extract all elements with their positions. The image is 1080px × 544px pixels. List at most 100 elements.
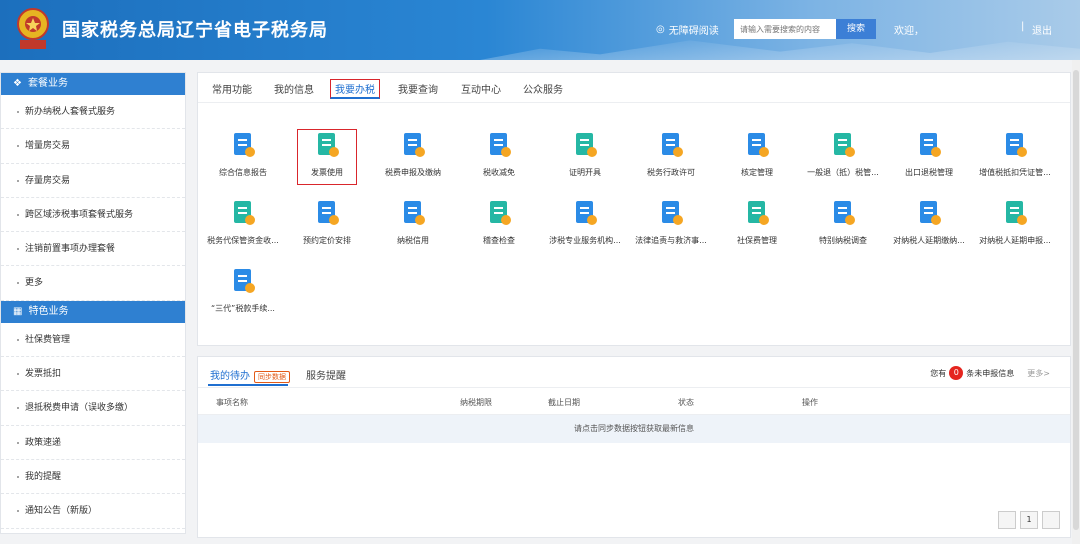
column-header: 操作 (802, 398, 818, 407)
logout-link[interactable]: 退出 (1032, 22, 1052, 37)
function-item[interactable]: 核定管理 (714, 131, 800, 178)
function-label: 社保费管理 (737, 236, 777, 245)
sidebar-item[interactable]: 发票抵扣 (1, 357, 185, 392)
function-label: 税务行政许可 (647, 168, 695, 177)
function-label: 法律追责与救济事... (635, 236, 707, 245)
scrollbar-thumb[interactable] (1073, 70, 1079, 530)
document-icon (1001, 199, 1029, 227)
document-icon (657, 199, 685, 227)
function-item[interactable]: 对纳税人延期申报... (972, 199, 1058, 246)
document-icon (657, 131, 685, 159)
header-separator: | (1021, 21, 1025, 32)
function-label: 税收减免 (483, 168, 515, 177)
function-item[interactable]: 稽查检查 (456, 199, 542, 246)
tab-service-reminder[interactable]: 服务提醒 (306, 367, 346, 382)
empty-message: 请点击同步数据按钮获取最新信息 (198, 415, 1070, 443)
function-item[interactable]: 预约定价安排 (284, 199, 370, 246)
function-item[interactable]: 税收减免 (456, 131, 542, 178)
column-header: 状态 (678, 398, 694, 407)
function-label: 一般退（抵）税管... (807, 168, 879, 177)
search-button[interactable]: 搜索 (836, 19, 876, 39)
sidebar-item[interactable]: 政策速递 (1, 426, 185, 460)
document-icon (399, 131, 427, 159)
sidebar-item[interactable]: 新办纳税人套餐式服务 (1, 95, 185, 130)
function-label: 稽查检查 (483, 236, 515, 245)
function-item[interactable]: 增值税抵扣凭证管... (972, 131, 1058, 178)
function-item[interactable]: 涉税专业服务机构... (542, 199, 628, 246)
function-item[interactable]: 发票使用 (284, 131, 370, 178)
more-link[interactable]: 更多> (1027, 368, 1050, 379)
sidebar-item[interactable]: 注销前置事项办理套餐 (1, 232, 185, 267)
function-label: 税务代保管资金收... (207, 236, 279, 245)
document-icon (571, 131, 599, 159)
next-page-button[interactable] (1042, 511, 1060, 529)
tab-tax-handling[interactable]: 我要办税 (330, 79, 380, 99)
tab-common[interactable]: 常用功能 (212, 81, 252, 96)
document-icon (915, 131, 943, 159)
site-title: 国家税务总局辽宁省电子税务局 (62, 20, 328, 41)
grid-icon: ▦ (13, 305, 23, 317)
document-icon (485, 199, 513, 227)
search-input[interactable] (734, 19, 836, 39)
sidebar-item-more[interactable]: 更多 (1, 266, 185, 301)
function-item[interactable]: 法律追责与救济事... (628, 199, 714, 246)
column-header: 截止日期 (548, 398, 580, 407)
document-icon (229, 131, 257, 159)
page-scrollbar[interactable] (1072, 60, 1080, 544)
package-icon: ❖ (13, 78, 22, 89)
sidebar-section-package[interactable]: ❖ 套餐业务 (1, 73, 185, 95)
todo-panel: 我的待办 同步数据 服务提醒 您有 0 条未申报信息 更多> 事项名称 纳税期限 … (197, 356, 1071, 538)
sidebar-section-featured[interactable]: ▦ 特色业务 (1, 300, 185, 323)
document-icon (485, 131, 513, 159)
prev-page-button[interactable] (998, 511, 1016, 529)
top-header: 国家税务总局辽宁省电子税务局 ◎ 无障碍阅读 搜索 欢迎， | 退出 (0, 0, 1080, 60)
tab-query[interactable]: 我要查询 (398, 81, 438, 96)
tab-my-info[interactable]: 我的信息 (274, 81, 314, 96)
function-item[interactable]: “三代”税款手续... (200, 267, 286, 314)
tab-interaction[interactable]: 互动中心 (461, 81, 501, 96)
accessible-reading-link[interactable]: ◎ 无障碍阅读 (656, 22, 719, 37)
function-label: 出口退税管理 (905, 168, 953, 177)
table-header: 事项名称 纳税期限 截止日期 状态 操作 (198, 387, 1070, 415)
document-icon (229, 199, 257, 227)
document-icon (915, 199, 943, 227)
function-item[interactable]: 证明开具 (542, 131, 628, 178)
unfiled-notice: 您有 0 条未申报信息 更多> (930, 366, 1050, 380)
function-item[interactable]: 综合信息报告 (200, 131, 286, 178)
function-item[interactable]: 对纳税人延期缴纳... (886, 199, 972, 246)
sidebar-item[interactable]: 跨区域涉税事项套餐式服务 (1, 198, 185, 233)
function-item[interactable]: 纳税信用 (370, 199, 456, 246)
sidebar-section-title: 特色业务 (28, 305, 69, 317)
function-label: 涉税专业服务机构... (549, 236, 621, 245)
document-icon (313, 131, 341, 159)
function-item[interactable]: 税务代保管资金收... (200, 199, 286, 246)
function-item[interactable]: 税务行政许可 (628, 131, 714, 178)
sidebar-item[interactable]: 通知公告（新版） (1, 494, 185, 529)
function-label: 发票使用 (311, 168, 343, 177)
sidebar-item[interactable]: 存量房交易 (1, 164, 185, 198)
function-item[interactable]: 一般退（抵）税管... (800, 131, 886, 178)
pagination: 1 (998, 511, 1060, 529)
sidebar-item[interactable]: 我的提醒 (1, 460, 185, 495)
document-icon (313, 199, 341, 227)
function-label: 对纳税人延期缴纳... (893, 236, 965, 245)
sidebar-item[interactable]: 社保费管理 (1, 323, 185, 358)
function-label: 核定管理 (741, 168, 773, 177)
sync-data-button[interactable]: 同步数据 (254, 371, 290, 383)
function-label: 证明开具 (569, 168, 601, 177)
function-item[interactable]: 社保费管理 (714, 199, 800, 246)
function-item[interactable]: 特别纳税调查 (800, 199, 886, 246)
tab-public-service[interactable]: 公众服务 (523, 81, 563, 96)
function-label: “三代”税款手续... (211, 304, 275, 313)
function-item[interactable]: 出口退税管理 (886, 131, 972, 178)
document-icon (571, 199, 599, 227)
function-item[interactable]: 税费申报及缴纳 (370, 131, 456, 178)
function-label: 增值税抵扣凭证管... (979, 168, 1051, 177)
sidebar-item[interactable]: 退抵税费申请（误收多缴） (1, 391, 185, 426)
tab-my-todo[interactable]: 我的待办 同步数据 (210, 367, 290, 383)
page-number[interactable]: 1 (1020, 511, 1038, 529)
function-label: 对纳税人延期申报... (979, 236, 1051, 245)
tax-emblem-icon (17, 8, 49, 49)
sidebar-item[interactable]: 增量房交易 (1, 129, 185, 164)
document-icon (399, 199, 427, 227)
